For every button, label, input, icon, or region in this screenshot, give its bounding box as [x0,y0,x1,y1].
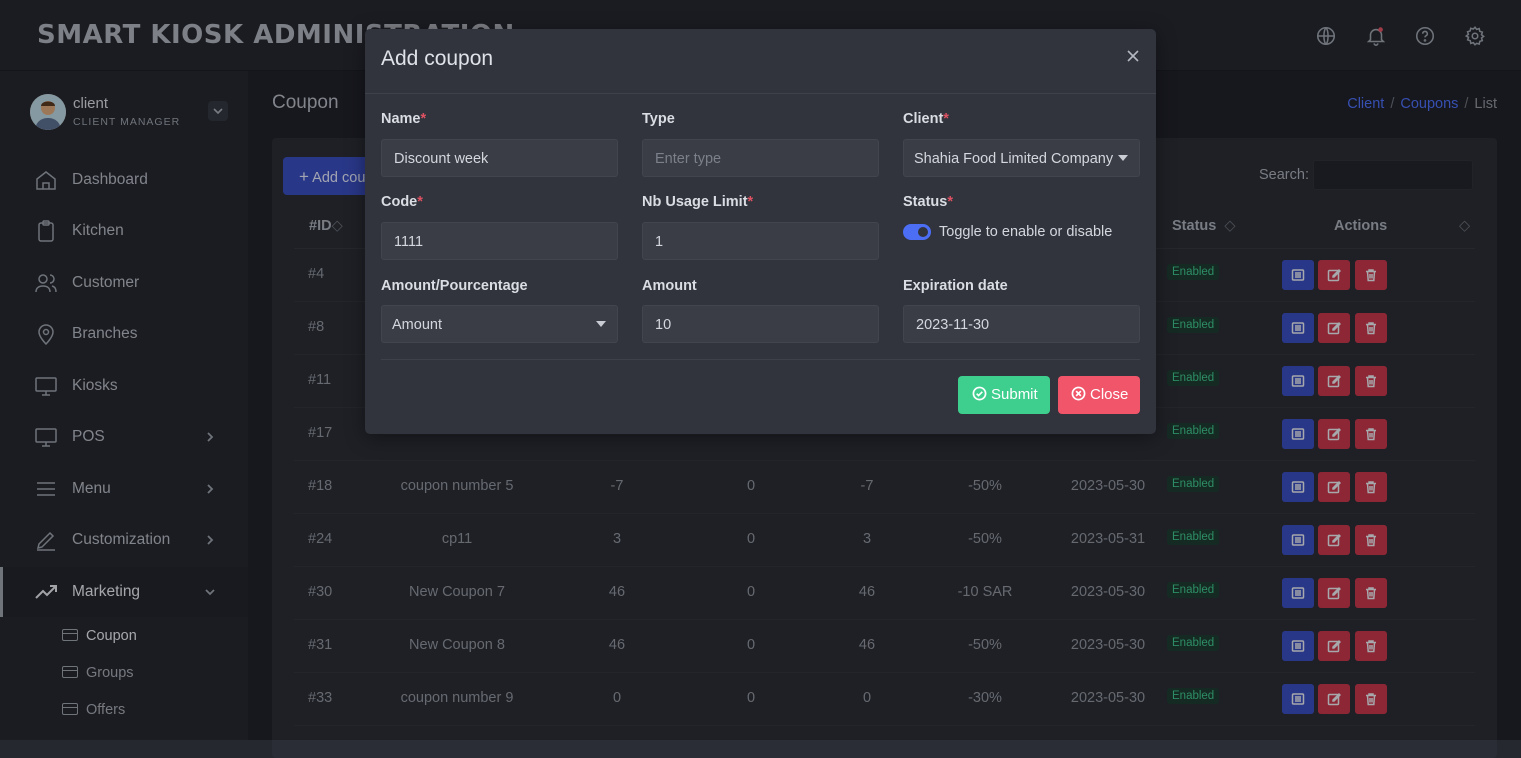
modal-divider [381,359,1140,360]
close-button[interactable]: Close [1058,376,1140,414]
caret-down-icon [1118,155,1128,161]
modal-title: Add coupon [381,47,494,70]
name-field[interactable]: Discount week [381,139,618,177]
status-toggle-label: Toggle to enable or disable [939,224,1113,240]
close-icon[interactable] [1126,49,1140,63]
modal-header: Add coupon [365,29,1156,94]
expiration-date-label: Expiration date [903,278,1008,294]
check-circle-icon [972,386,987,401]
type-field[interactable]: Enter type [642,139,879,177]
code-field[interactable]: 1111 [381,222,618,260]
amount-type-select[interactable]: Amount [381,305,618,343]
name-label: Name* [381,111,427,127]
client-label: Client* [903,111,949,127]
amount-type-label: Amount/Pourcentage [381,278,528,294]
expiration-date-field[interactable]: 2023-11-30 [903,305,1140,343]
caret-down-icon [596,321,606,327]
x-circle-icon [1071,386,1086,401]
status-label: Status* [903,194,953,210]
client-select-value: Shahia Food Limited Company [914,151,1114,167]
nb-usage-limit-field[interactable]: 1 [642,222,879,260]
submit-button[interactable]: Submit [958,376,1050,414]
code-label: Code* [381,194,423,210]
amount-field[interactable]: 10 [642,305,879,343]
close-label: Close [1090,386,1129,403]
type-label: Type [642,111,675,127]
add-coupon-modal: Add coupon Name* Discount week Type Ente… [365,29,1156,434]
status-toggle[interactable] [903,224,931,240]
client-select[interactable]: Shahia Food Limited Company [903,139,1140,177]
amount-type-value: Amount [392,317,442,333]
amount-label: Amount [642,278,697,294]
submit-label: Submit [991,386,1038,403]
nb-usage-limit-label: Nb Usage Limit* [642,194,754,210]
